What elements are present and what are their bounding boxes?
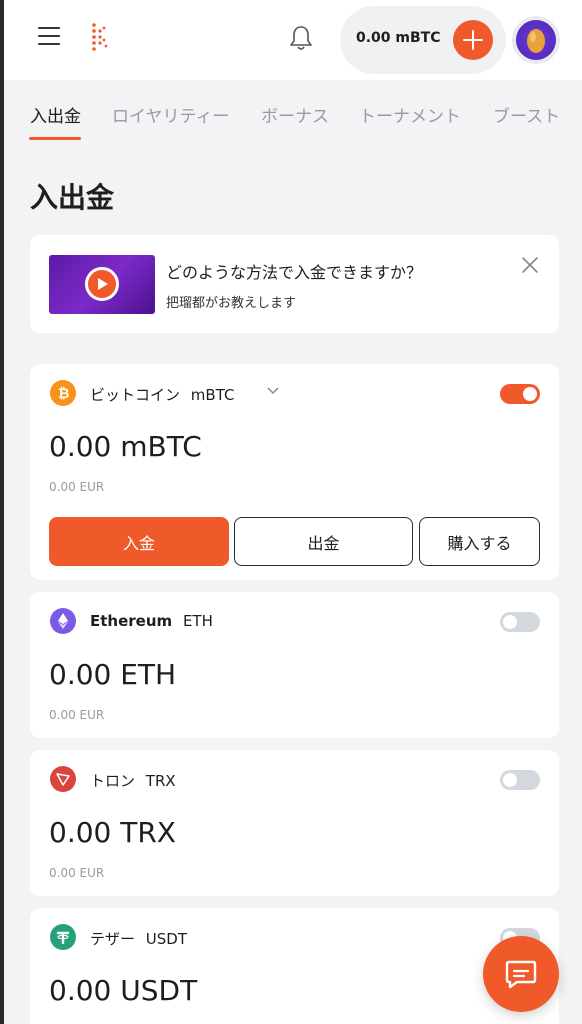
withdraw-button[interactable]: 出金 [234,517,413,566]
wallet-name-label: Ethereum [90,612,173,630]
wallet-card-btc: ₿ ビットコイン mBTC 0.00 mBTC 0.00 EUR 入金 出金 購… [30,364,559,580]
promo-title: どのような方法で入金できますか？ [166,263,423,282]
active-tab-indicator [29,137,81,140]
page-title: 入出金 [30,181,115,214]
wallet-name: ビットコイン mBTC [90,384,234,405]
wallet-amount: 0.00 mBTC [49,430,202,463]
close-icon[interactable] [520,255,540,275]
notification-bell-icon[interactable] [288,24,314,52]
wallet-name: テザー USDT [90,928,187,949]
bitcoin-icon: ₿ [50,380,76,406]
brand-logo-icon[interactable] [90,22,110,52]
tab-deposit-withdraw[interactable]: 入出金 [30,102,81,127]
wallet-fiat: 0.00 EUR [49,708,105,722]
top-header: 0.00 mBTC [4,0,582,80]
wallet-fiat: 0.00 EUR [49,480,105,494]
wallet-ticker: ETH [182,612,213,630]
egg-avatar-icon [527,29,545,53]
wallet-name-label: テザー [90,930,136,948]
buy-button[interactable]: 購入する [419,517,540,566]
tether-icon [50,924,76,950]
wallet-name: トロン TRX [90,770,176,791]
wallet-ticker: mBTC [190,386,235,404]
wallet-toggle-eth[interactable] [500,612,540,632]
wallet-fiat: 0.00 EUR [49,866,105,880]
promo-subtitle: 把瑠都がお教えします [166,296,297,311]
chat-button[interactable] [483,936,559,1012]
wallet-card-usdt: テザー USDT 0.00 USDT [30,908,559,1024]
menu-icon[interactable] [38,27,62,47]
tab-loyalty[interactable]: ロイヤリティー [112,102,229,127]
tab-bonus[interactable]: ボーナス [261,102,329,127]
window-edge [0,0,4,1024]
wallet-toggle-trx[interactable] [500,770,540,790]
tab-boost[interactable]: ブースト [493,102,560,127]
wallet-amount: 0.00 USDT [49,974,198,1007]
wallet-name-label: ビットコイン [90,386,181,404]
deposit-button[interactable]: 入金 [49,517,229,566]
balance-amount: 0.00 mBTC [356,30,441,46]
wallet-ticker: TRX [145,772,176,790]
ethereum-icon [50,608,76,634]
wallet-ticker: USDT [145,930,188,948]
avatar[interactable] [512,16,560,64]
wallet-card-trx: トロン TRX 0.00 TRX 0.00 EUR [30,750,559,896]
svg-text:₿: ₿ [58,386,69,401]
add-funds-button[interactable] [453,20,493,60]
section-tabs: 入出金 ロイヤリティー ボーナス トーナメント ブースト [4,80,582,144]
wallet-toggle-btc[interactable] [500,384,540,404]
chat-bubble-icon [505,960,537,989]
play-icon [85,267,119,301]
wallet-card-eth: Ethereum ETH 0.00 ETH 0.00 EUR [30,592,559,738]
wallet-amount: 0.00 ETH [49,658,177,691]
plus-icon [463,30,483,50]
wallet-name-label: トロン [90,772,136,790]
chevron-down-icon[interactable] [266,386,280,396]
tab-tournament[interactable]: トーナメント [359,102,461,127]
tron-icon [50,766,76,792]
promo-video-thumbnail[interactable] [49,255,155,314]
wallet-amount: 0.00 TRX [49,816,176,849]
promo-card: どのような方法で入金できますか？ 把瑠都がお教えします [30,235,559,333]
wallet-name: Ethereum ETH [90,612,213,630]
balance-pill[interactable]: 0.00 mBTC [340,6,506,74]
